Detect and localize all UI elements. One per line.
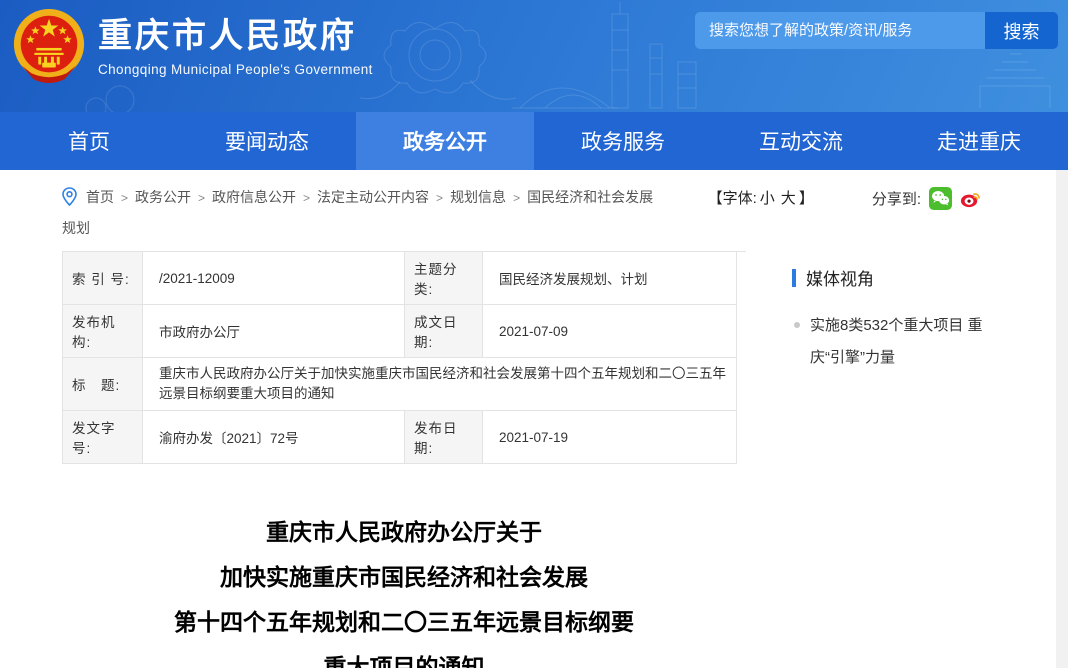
- bullet-icon: [794, 322, 800, 328]
- breadcrumb-separator: >: [121, 191, 128, 205]
- sidebar-list-item[interactable]: 实施8类532个重大项目 重庆“引擎”力量: [792, 310, 1027, 374]
- breadcrumb-item-gov-disclosure[interactable]: 政府信息公开: [212, 189, 296, 205]
- breadcrumb-item-statutory-content[interactable]: 法定主动公开内容: [317, 189, 429, 205]
- document-meta-table: 索 引 号: /2021-12009 主题分类: 国民经济发展规划、计划 发布机…: [62, 251, 746, 464]
- sidebar-accent-bar: [792, 269, 796, 287]
- breadcrumb-row: 首页>政务公开>政府信息公开>法定主动公开内容>规划信息>国民经济和社会发展规划…: [62, 182, 1038, 243]
- font-size-widget: 【字体:小大】: [708, 187, 814, 210]
- breadcrumb-item-home[interactable]: 首页: [86, 189, 114, 205]
- breadcrumb-separator: >: [436, 191, 443, 205]
- share-icons: [929, 187, 982, 210]
- font-larger-button[interactable]: 大: [781, 190, 796, 207]
- page-body: 首页>政务公开>政府信息公开>法定主动公开内容>规划信息>国民经济和社会发展规划…: [0, 170, 1068, 668]
- site-title: 重庆市人民政府: [98, 16, 373, 56]
- sidebar-title: 媒体视角: [806, 265, 874, 290]
- share-label: 分享到:: [872, 188, 921, 209]
- search-button[interactable]: 搜索: [985, 12, 1058, 49]
- page-toolbar: 【字体:小大】 分享到:: [708, 182, 982, 210]
- document-title: 重庆市人民政府办公厅关于 加快实施重庆市国民经济和社会发展 第十四个五年规划和二…: [62, 510, 746, 668]
- document-title-line: 重大项目的通知: [62, 645, 746, 668]
- site-header: 重庆市人民政府 Chongqing Municipal People's Gov…: [0, 0, 1068, 112]
- scrollbar-track[interactable]: [1056, 170, 1068, 668]
- nav-item-services[interactable]: 政务服务: [534, 112, 712, 170]
- nav-item-about-chongqing[interactable]: 走进重庆: [890, 112, 1068, 170]
- breadcrumb-item-planning-info[interactable]: 规划信息: [450, 189, 506, 205]
- meta-title-label: 标 题:: [63, 358, 143, 411]
- nav-item-home[interactable]: 首页: [0, 112, 178, 170]
- share-widget: 分享到:: [872, 187, 982, 210]
- breadcrumb-separator: >: [513, 191, 520, 205]
- document-title-line: 加快实施重庆市国民经济和社会发展: [62, 555, 746, 600]
- weibo-share-icon[interactable]: [959, 187, 982, 210]
- meta-date-written-value: 2021-07-09: [483, 305, 737, 358]
- search-box: 搜索: [695, 12, 1058, 49]
- meta-doc-no-value: 渝府办发〔2021〕72号: [143, 411, 405, 464]
- document-title-line: 第十四个五年规划和二〇三五年远景目标纲要: [62, 600, 746, 645]
- meta-doc-no-label: 发文字号:: [63, 411, 143, 464]
- nav-item-news[interactable]: 要闻动态: [178, 112, 356, 170]
- nav-item-interaction[interactable]: 互动交流: [712, 112, 890, 170]
- sidebar: 媒体视角 实施8类532个重大项目 重庆“引擎”力量: [792, 251, 1027, 668]
- breadcrumb-separator: >: [303, 191, 310, 205]
- sidebar-item-text: 实施8类532个重大项目 重庆“引擎”力量: [810, 310, 1015, 374]
- font-size-label: 【字体:: [708, 190, 757, 207]
- sidebar-header: 媒体视角: [792, 265, 1027, 290]
- location-pin-icon: [62, 187, 77, 206]
- site-subtitle: Chongqing Municipal People's Government: [98, 62, 373, 77]
- breadcrumb-separator: >: [198, 191, 205, 205]
- font-size-label-close: 】: [799, 190, 814, 207]
- main-column: 索 引 号: /2021-12009 主题分类: 国民经济发展规划、计划 发布机…: [62, 251, 746, 668]
- meta-title-value: 重庆市人民政府办公厅关于加快实施重庆市国民经济和社会发展第十四个五年规划和二〇三…: [143, 358, 737, 411]
- meta-topic-value: 国民经济发展规划、计划: [483, 252, 737, 305]
- meta-org-label: 发布机构:: [63, 305, 143, 358]
- site-logo[interactable]: 重庆市人民政府 Chongqing Municipal People's Gov…: [10, 7, 373, 85]
- wechat-share-icon[interactable]: [929, 187, 952, 210]
- nav-item-gov-info[interactable]: 政务公开: [356, 112, 534, 170]
- meta-org-value: 市政府办公厅: [143, 305, 405, 358]
- meta-date-written-label: 成文日期:: [405, 305, 483, 358]
- breadcrumb: 首页>政务公开>政府信息公开>法定主动公开内容>规划信息>国民经济和社会发展规划: [62, 182, 660, 243]
- font-smaller-button[interactable]: 小: [760, 190, 775, 207]
- meta-topic-label: 主题分类:: [405, 252, 483, 305]
- content-area: 首页>政务公开>政府信息公开>法定主动公开内容>规划信息>国民经济和社会发展规划…: [0, 170, 1068, 668]
- meta-date-pub-label: 发布日期:: [405, 411, 483, 464]
- national-emblem-icon: [10, 7, 88, 85]
- breadcrumb-item-gov-info[interactable]: 政务公开: [135, 189, 191, 205]
- meta-index-value: /2021-12009: [143, 252, 405, 305]
- content-columns: 索 引 号: /2021-12009 主题分类: 国民经济发展规划、计划 发布机…: [62, 251, 1038, 668]
- main-nav: 首页 要闻动态 政务公开 政务服务 互动交流 走进重庆: [0, 112, 1068, 170]
- site-title-block: 重庆市人民政府 Chongqing Municipal People's Gov…: [98, 16, 373, 77]
- meta-date-pub-value: 2021-07-19: [483, 411, 737, 464]
- search-input[interactable]: [695, 12, 985, 49]
- meta-index-label: 索 引 号:: [63, 252, 143, 305]
- document-title-line: 重庆市人民政府办公厅关于: [62, 510, 746, 555]
